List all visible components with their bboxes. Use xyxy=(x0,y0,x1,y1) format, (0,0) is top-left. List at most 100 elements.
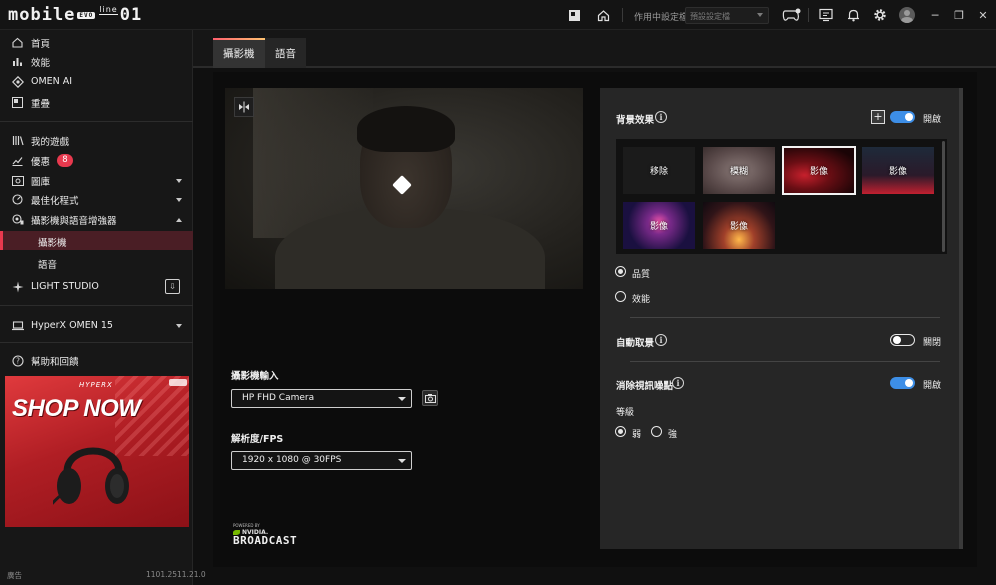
tab-camera[interactable]: 攝影機 xyxy=(213,38,265,68)
info-icon[interactable]: i xyxy=(655,334,667,346)
gallery-icon xyxy=(11,174,24,187)
thumb-label: 移除 xyxy=(649,167,668,177)
bell-icon[interactable] xyxy=(845,7,861,23)
chevron-up-icon[interactable] xyxy=(176,217,182,222)
restore-icon[interactable]: ❐ xyxy=(951,7,967,23)
tab-bar: 攝影機 語音 xyxy=(193,30,996,68)
background-thumb-image-4[interactable]: 影像 xyxy=(703,202,775,249)
sidebar-divider xyxy=(0,121,193,122)
gamepad-icon[interactable] xyxy=(780,7,802,23)
sidebar-item-camera-voice[interactable]: 攝影機與語音增強器 xyxy=(0,210,193,229)
ad-brand: HYPERX xyxy=(79,381,113,389)
monitor-icon[interactable] xyxy=(818,7,834,23)
home-icon[interactable] xyxy=(595,7,611,23)
close-icon[interactable]: ✕ xyxy=(975,7,991,23)
chevron-down-icon[interactable] xyxy=(176,178,182,183)
gallery-scrollbar[interactable] xyxy=(942,141,945,252)
background-effect-state: 開啟 xyxy=(923,115,942,125)
sidebar-divider xyxy=(0,342,193,343)
svg-text:?: ? xyxy=(16,356,20,365)
sidebar-item-home[interactable]: 首頁 xyxy=(0,33,193,52)
sidebar-item-label: HyperX OMEN 15 xyxy=(31,320,113,331)
tab-voice[interactable]: 語音 xyxy=(265,38,306,68)
ad-label: 廣告 xyxy=(7,571,22,580)
level-weak-radio[interactable] xyxy=(615,426,626,437)
auto-frame-label: 自動取景 xyxy=(616,338,655,349)
chevron-down-icon xyxy=(398,397,406,401)
title-bar: mobile EVO line 01 作用中設定檔 預設設定檔 ─ ❐ ✕ xyxy=(0,0,996,30)
sidebar-item-performance[interactable]: 效能 xyxy=(0,52,193,71)
sidebar-item-optimizer[interactable]: 最佳化程式 xyxy=(0,190,193,209)
sidebar-item-device[interactable]: HyperX OMEN 15 xyxy=(0,316,193,335)
add-background-button[interactable]: + xyxy=(871,110,885,124)
ad-headline: SHOP NOW xyxy=(12,395,141,422)
active-profile-label: 作用中設定檔 xyxy=(634,13,689,23)
thumb-label: 影像 xyxy=(888,167,907,177)
sidebar-item-label: 攝影機與語音增強器 xyxy=(31,215,117,227)
background-thumb-image-2[interactable]: 影像 xyxy=(862,147,934,194)
sidebar-subitem-camera[interactable]: 攝影機 xyxy=(0,231,193,250)
tab-label: 攝影機 xyxy=(223,48,255,60)
background-thumb-remove[interactable]: 移除 xyxy=(623,147,695,194)
level-strong-label: 強 xyxy=(668,430,678,440)
camera-input-label: 攝影機輸入 xyxy=(231,371,279,382)
tab-label: 語音 xyxy=(275,48,296,60)
sidebar-item-light-studio[interactable]: LIGHT STUDIO ⇩ xyxy=(0,277,193,296)
info-icon[interactable]: i xyxy=(672,377,684,389)
help-icon: ? xyxy=(11,354,24,367)
performance-radio[interactable] xyxy=(615,291,626,302)
resolution-dropdown[interactable]: 1920 x 1080 @ 30FPS xyxy=(231,451,412,470)
sidebar-item-my-games[interactable]: 我的遊戲 xyxy=(0,131,193,150)
background-thumb-blur[interactable]: 模糊 xyxy=(703,147,775,194)
resolution-value: 1920 x 1080 @ 30FPS xyxy=(242,455,342,465)
sidebar-subitem-voice[interactable]: 語音 xyxy=(0,253,193,272)
toolbar-divider xyxy=(622,8,623,22)
auto-frame-state: 關閉 xyxy=(923,338,942,348)
mirror-flip-icon[interactable] xyxy=(234,97,254,117)
background-thumb-image-3[interactable]: 影像 xyxy=(623,202,695,249)
profile-dropdown[interactable]: 預設設定檔 xyxy=(685,7,769,24)
games-library-icon xyxy=(11,134,24,147)
sidebar-item-label: 幫助和回饋 xyxy=(31,356,79,368)
home-icon xyxy=(11,36,24,49)
background-effect-toggle[interactable] xyxy=(890,111,915,123)
level-weak-label: 弱 xyxy=(632,430,642,440)
sidebar-item-label: 效能 xyxy=(31,57,51,69)
gear-icon[interactable] xyxy=(872,7,888,23)
quality-radio[interactable] xyxy=(615,266,626,277)
sidebar-item-offers[interactable]: 優惠 8 xyxy=(0,151,193,170)
user-avatar[interactable] xyxy=(899,7,915,23)
auto-frame-toggle[interactable] xyxy=(890,334,915,346)
optimizer-icon xyxy=(11,193,24,206)
sidebar-item-omen-ai[interactable]: OMEN AI xyxy=(0,72,193,91)
thumb-label: 影像 xyxy=(809,167,828,177)
overlay-toggle-icon[interactable] xyxy=(566,7,582,23)
sidebar-item-label: 圖庫 xyxy=(31,176,51,188)
noise-removal-state: 開啟 xyxy=(923,381,942,391)
sidebar-item-help[interactable]: ? 幫助和回饋 xyxy=(0,351,193,370)
headset-image xyxy=(53,447,129,505)
logo-line: line xyxy=(99,5,118,15)
light-studio-icon xyxy=(11,280,24,293)
noise-removal-toggle[interactable] xyxy=(890,377,915,389)
resolution-label: 解析度/FPS xyxy=(231,434,284,445)
sidebar-item-gallery[interactable]: 圖庫 xyxy=(0,171,193,190)
profile-dropdown-value: 預設設定檔 xyxy=(690,12,730,21)
performance-icon xyxy=(11,55,24,68)
advertisement-banner[interactable]: HYPERX SHOP NOW xyxy=(5,376,189,527)
performance-radio-label: 效能 xyxy=(632,295,651,305)
minimize-icon[interactable]: ─ xyxy=(927,7,943,23)
chevron-down-icon[interactable] xyxy=(176,323,182,328)
camera-input-value: HP FHD Camera xyxy=(242,393,315,403)
level-strong-radio[interactable] xyxy=(651,426,662,437)
camera-preview-hair xyxy=(357,106,455,152)
ad-info-icon[interactable] xyxy=(169,379,187,386)
camera-settings-icon[interactable] xyxy=(422,390,438,406)
sidebar-item-overlay[interactable]: 重疊 xyxy=(0,93,193,112)
camera-input-dropdown[interactable]: HP FHD Camera xyxy=(231,389,412,408)
download-icon[interactable]: ⇩ xyxy=(165,279,180,294)
chevron-down-icon[interactable] xyxy=(176,197,182,202)
info-icon[interactable]: i xyxy=(655,111,667,123)
background-thumb-image-1[interactable]: 影像 xyxy=(782,146,856,195)
chevron-down-icon xyxy=(757,13,763,17)
